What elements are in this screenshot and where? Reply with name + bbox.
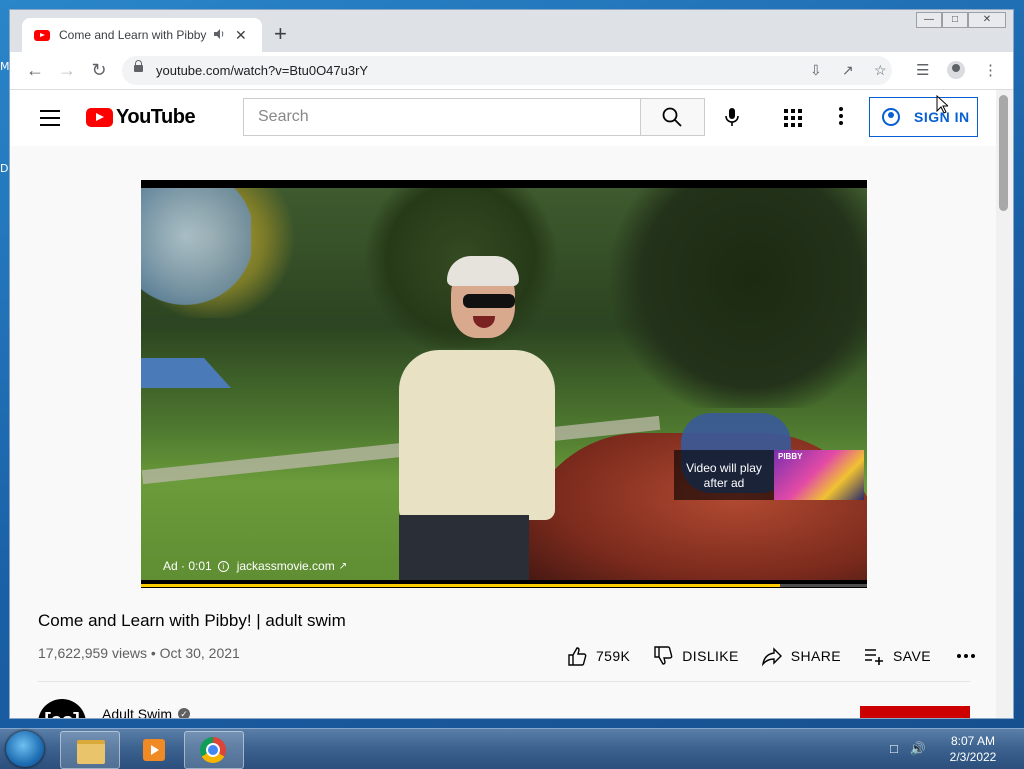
chrome-menu-icon[interactable]: ⋮ (983, 61, 998, 79)
save-button[interactable]: SAVE (863, 645, 931, 667)
clock-date: 2/3/2022 (949, 750, 997, 764)
reload-icon[interactable]: ↻ (88, 59, 110, 81)
youtube-header: YouTube SIGN IN (10, 90, 996, 146)
back-arrow-icon[interactable]: ← (24, 59, 46, 81)
up-next-text: Video will play after ad (686, 461, 762, 490)
share-arrow-icon (761, 647, 782, 667)
video-after-ad-preview[interactable]: Video will play after ad PIBBY (674, 450, 864, 500)
more-actions-icon[interactable] (956, 654, 975, 658)
share-icon[interactable]: ↗ (842, 62, 854, 79)
desktop-icon-label: D (0, 162, 9, 175)
search-input[interactable] (256, 99, 620, 135)
mouse-cursor-icon (936, 95, 948, 114)
youtube-page: YouTube SIGN IN (10, 90, 996, 718)
view-count: 17,622,959 views (38, 645, 147, 661)
page-scrollbar[interactable] (996, 90, 1013, 718)
save-label: SAVE (893, 648, 931, 664)
lock-icon (134, 60, 143, 72)
account-icon (882, 108, 900, 126)
ad-progress-fill (141, 584, 780, 587)
start-button[interactable] (6, 731, 44, 767)
speaker-icon[interactable] (213, 28, 225, 43)
video-player[interactable]: Ad · 0:01 i jackassmovie.com ↗ Video wil… (141, 180, 867, 588)
video-actions: 759K DISLIKE SHARE SAVE (566, 645, 975, 667)
like-button[interactable]: 759K (566, 645, 630, 667)
restore-button[interactable]: □ (942, 12, 968, 28)
verified-check-icon: ✓ (178, 708, 191, 718)
browser-toolbar: ← → ↻ youtube.com/watch?v=Btu0O47u3rY ⇩ … (10, 52, 1013, 90)
windows-taskbar: □ 🔊 8:07 AM 2/3/2022 (0, 728, 1024, 769)
youtube-play-icon (86, 108, 113, 127)
desktop-icon-label: M (0, 60, 10, 73)
playlist-add-icon (865, 649, 884, 665)
title-bar: Come and Learn with Pibby! | adult swim … (10, 10, 1013, 52)
menu-icon[interactable] (40, 110, 60, 131)
thumbs-up-icon (568, 647, 587, 666)
volume-icon[interactable]: 🔊 (909, 741, 925, 756)
video-meta: 17,622,959 views • Oct 30, 2021 (38, 645, 240, 661)
network-icon[interactable]: □ (890, 741, 898, 756)
logo-text: YouTube (116, 106, 196, 128)
channel-avatar[interactable]: [as] (38, 699, 86, 718)
scrollbar-thumb[interactable] (999, 95, 1008, 211)
tab-title: Come and Learn with Pibby! | adult swim (59, 28, 207, 42)
settings-more-icon[interactable] (839, 107, 843, 128)
taskbar-media-player-button[interactable] (122, 731, 182, 769)
profile-avatar-icon[interactable] (947, 61, 965, 79)
search-box (243, 98, 641, 136)
search-icon (662, 107, 682, 127)
ad-countdown: Ad · 0:01 (163, 559, 212, 573)
dislike-button[interactable]: DISLIKE (652, 645, 739, 667)
taskbar-clock[interactable]: 8:07 AM 2/3/2022 (940, 733, 1006, 765)
thumbs-down-icon (654, 646, 673, 665)
browser-tab[interactable]: Come and Learn with Pibby! | adult swim … (22, 18, 262, 52)
ad-domain-link[interactable]: jackassmovie.com (237, 559, 335, 573)
dislike-label: DISLIKE (682, 648, 739, 664)
new-tab-button[interactable]: + (274, 23, 287, 45)
video-title: Come and Learn with Pibby! | adult swim (38, 611, 346, 630)
forward-arrow-icon[interactable]: → (56, 59, 78, 81)
bookmark-star-icon[interactable]: ☆ (874, 62, 887, 79)
info-icon[interactable]: i (217, 560, 229, 572)
youtube-favicon-icon (34, 29, 50, 41)
chrome-window: Come and Learn with Pibby! | adult swim … (10, 10, 1013, 718)
close-window-button[interactable]: ✕ (968, 12, 1006, 28)
apps-grid-icon[interactable] (784, 109, 802, 127)
ad-progress-bar[interactable] (141, 584, 867, 587)
url-text: youtube.com/watch?v=Btu0O47u3rY (156, 63, 369, 78)
video-thumbnail: PIBBY (774, 450, 864, 500)
subscribe-button[interactable]: SUBSCRIBE (860, 706, 970, 718)
tab-close-icon[interactable]: ✕ (235, 27, 247, 44)
media-queue-icon[interactable]: ☰ (916, 61, 929, 79)
taskbar-chrome-button[interactable] (184, 731, 244, 769)
system-tray: □ 🔊 (890, 741, 926, 757)
youtube-logo[interactable]: YouTube (86, 106, 196, 129)
folder-icon (77, 740, 105, 764)
ad-badge: Ad · 0:01 i jackassmovie.com ↗ (163, 559, 347, 573)
share-label: SHARE (790, 648, 842, 664)
sign-in-button[interactable]: SIGN IN (869, 97, 978, 137)
external-link-icon: ↗ (338, 560, 348, 572)
taskbar-explorer-button[interactable] (60, 731, 120, 769)
divider (38, 681, 970, 682)
media-player-icon (143, 739, 165, 761)
search-button[interactable] (641, 98, 705, 136)
address-bar[interactable]: youtube.com/watch?v=Btu0O47u3rY ⇩ ↗ ☆ (122, 56, 892, 85)
channel-name-link[interactable]: Adult Swim ✓ (102, 706, 191, 718)
video-frame (141, 188, 867, 580)
share-button[interactable]: SHARE (761, 645, 841, 667)
clock-time: 8:07 AM (950, 734, 996, 748)
upload-date: Oct 30, 2021 (159, 645, 240, 661)
install-icon[interactable]: ⇩ (810, 62, 822, 79)
minimize-button[interactable]: — (916, 12, 942, 28)
microphone-icon[interactable] (721, 106, 743, 133)
chrome-icon (200, 737, 226, 763)
thumbnail-text: PIBBY (778, 452, 803, 461)
like-count: 759K (596, 648, 631, 664)
channel-name: Adult Swim (102, 706, 173, 718)
